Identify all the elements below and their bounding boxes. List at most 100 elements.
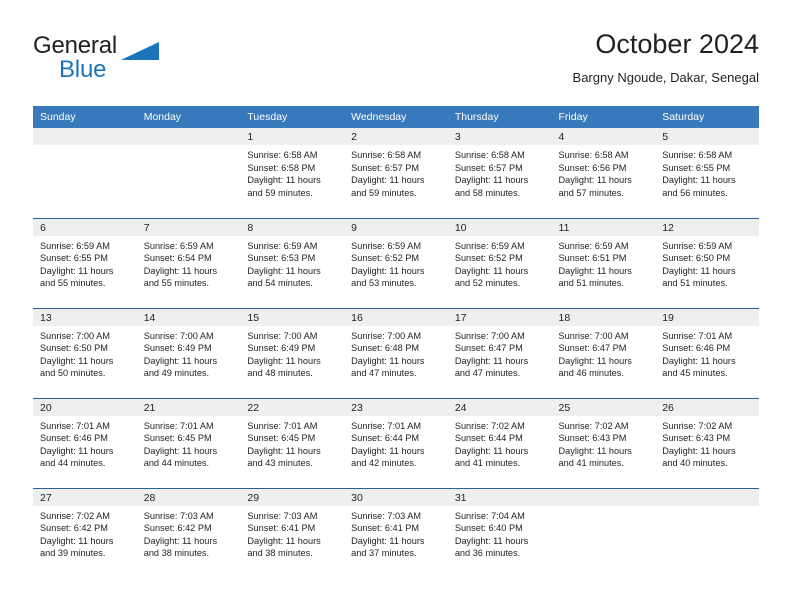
calendar-day-cell[interactable]: 31 Sunrise: 7:04 AM Sunset: 6:40 PM Dayligh… <box>447 487 552 578</box>
sunrise-text: Sunrise: 7:02 AM <box>558 420 629 431</box>
day-sun-info: Sunrise: 7:01 AM Sunset: 6:44 PM Daylight:… <box>344 416 448 470</box>
calendar-day-cell[interactable]: 24 Sunrise: 7:02 AM Sunset: 6:44 PM Dayligh… <box>447 397 552 488</box>
daylight-text-line2: and 40 minutes. <box>662 458 728 469</box>
day-cell-content: 24 Sunrise: 7:02 AM Sunset: 6:44 PM Dayligh… <box>447 398 552 488</box>
calendar-day-cell[interactable]: 17 Sunrise: 7:00 AM Sunset: 6:47 PM Dayligh… <box>447 307 552 398</box>
sunset-text: Sunset: 6:43 PM <box>662 433 731 444</box>
day-sun-info: Sunrise: 7:00 AM Sunset: 6:47 PM Daylight:… <box>552 326 656 380</box>
calendar-day-cell[interactable]: 2 Sunrise: 6:58 AM Sunset: 6:57 PM Daylight… <box>344 128 448 218</box>
day-cell-content: 30 Sunrise: 7:03 AM Sunset: 6:41 PM Dayligh… <box>344 488 448 579</box>
calendar-day-cell[interactable]: 12 Sunrise: 6:59 AM Sunset: 6:50 PM Dayligh… <box>655 217 759 308</box>
sunset-text: Sunset: 6:55 PM <box>662 162 731 173</box>
day-sun-info: Sunrise: 7:02 AM Sunset: 6:43 PM Daylight:… <box>552 416 656 470</box>
daylight-text-line1: Daylight: 11 hours <box>351 445 425 456</box>
calendar-day-cell[interactable]: 16 Sunrise: 7:00 AM Sunset: 6:48 PM Dayligh… <box>344 307 448 398</box>
day-number: 14 <box>136 308 241 326</box>
daylight-text-line2: and 51 minutes. <box>558 278 624 289</box>
daylight-text-line2: and 41 minutes. <box>558 458 624 469</box>
calendar-day-cell[interactable]: 29 Sunrise: 7:03 AM Sunset: 6:41 PM Dayligh… <box>240 487 345 578</box>
page-header: General Blue October 2024 Bargny Ngoude,… <box>33 28 759 98</box>
day-cell-content: 13 Sunrise: 7:00 AM Sunset: 6:50 PM Dayligh… <box>33 308 137 398</box>
day-number: 11 <box>551 218 656 236</box>
day-number: 29 <box>240 488 345 506</box>
calendar-day-cell[interactable]: 23 Sunrise: 7:01 AM Sunset: 6:44 PM Dayligh… <box>344 397 448 488</box>
day-number: 22 <box>240 398 345 416</box>
calendar-day-cell[interactable]: 14 Sunrise: 7:00 AM Sunset: 6:49 PM Dayligh… <box>136 307 241 398</box>
sunrise-text: Sunrise: 7:01 AM <box>351 420 422 431</box>
calendar-day-cell[interactable]: 9 Sunrise: 6:59 AM Sunset: 6:52 PM Daylight… <box>344 217 448 308</box>
sunrise-text: Sunrise: 7:00 AM <box>558 330 629 341</box>
calendar-day-cell[interactable]: 10 Sunrise: 6:59 AM Sunset: 6:52 PM Dayligh… <box>447 217 552 308</box>
day-sun-info: Sunrise: 6:59 AM Sunset: 6:54 PM Daylight:… <box>137 236 241 290</box>
day-cell-content <box>655 488 759 579</box>
daylight-text-line1: Daylight: 11 hours <box>454 175 529 186</box>
day-number: 31 <box>447 488 552 506</box>
calendar-day-cell[interactable]: 19 Sunrise: 7:01 AM Sunset: 6:46 PM Dayligh… <box>655 307 759 398</box>
calendar-day-cell[interactable]: 3 Sunrise: 6:58 AM Sunset: 6:57 PM Daylight… <box>447 128 552 218</box>
sunrise-text: Sunrise: 6:59 AM <box>247 240 318 251</box>
daylight-text-line1: Daylight: 11 hours <box>351 175 425 186</box>
sunset-text: Sunset: 6:42 PM <box>40 523 108 534</box>
calendar-day-cell[interactable]: 27 Sunrise: 7:02 AM Sunset: 6:42 PM Dayligh… <box>33 487 137 578</box>
calendar-day-cell[interactable]: 21 Sunrise: 7:01 AM Sunset: 6:45 PM Dayligh… <box>136 397 241 488</box>
calendar-day-cell[interactable]: 5 Sunrise: 6:58 AM Sunset: 6:55 PM Daylight… <box>655 128 759 218</box>
daylight-text-line2: and 39 minutes. <box>40 548 106 559</box>
daylight-text-line1: Daylight: 11 hours <box>40 535 114 546</box>
day-sun-info: Sunrise: 6:58 AM Sunset: 6:56 PM Daylight:… <box>552 145 656 199</box>
logo-text-blue: Blue <box>59 56 107 83</box>
general-blue-logo[interactable]: General Blue <box>33 32 163 88</box>
daylight-text-line1: Daylight: 11 hours <box>143 445 218 456</box>
daylight-text-line2: and 38 minutes. <box>247 548 313 559</box>
weekday-header-tuesday: Tuesday <box>240 106 345 128</box>
weekday-header-thursday: Thursday <box>447 106 552 128</box>
daylight-text-line2: and 36 minutes. <box>454 548 521 559</box>
sunrise-text: Sunrise: 6:58 AM <box>662 150 733 160</box>
daylight-text-line2: and 44 minutes. <box>40 458 106 469</box>
calendar-day-cell[interactable]: 18 Sunrise: 7:00 AM Sunset: 6:47 PM Dayligh… <box>551 307 656 398</box>
calendar-day-cell[interactable]: 15 Sunrise: 7:00 AM Sunset: 6:49 PM Dayligh… <box>240 307 345 398</box>
calendar-day-cell[interactable]: 1 Sunrise: 6:58 AM Sunset: 6:58 PM Daylight… <box>240 128 345 218</box>
daylight-text-line1: Daylight: 11 hours <box>662 175 736 186</box>
calendar-day-cell[interactable]: 22 Sunrise: 7:01 AM Sunset: 6:45 PM Dayligh… <box>240 397 345 488</box>
daylight-text-line1: Daylight: 11 hours <box>40 355 114 366</box>
daylight-text-line2: and 37 minutes. <box>351 548 417 559</box>
sunrise-text: Sunrise: 6:59 AM <box>454 240 525 251</box>
sunset-text: Sunset: 6:52 PM <box>351 253 420 264</box>
day-cell-content: 12 Sunrise: 6:59 AM Sunset: 6:50 PM Dayligh… <box>655 218 759 308</box>
daylight-text-line1: Daylight: 11 hours <box>351 265 425 276</box>
day-number: 30 <box>344 488 448 506</box>
calendar-day-cell-empty <box>655 487 759 579</box>
day-sun-info: Sunrise: 7:02 AM Sunset: 6:42 PM Daylight:… <box>33 506 137 560</box>
day-cell-content: 17 Sunrise: 7:00 AM Sunset: 6:47 PM Dayligh… <box>447 308 552 398</box>
day-cell-content: 9 Sunrise: 6:59 AM Sunset: 6:52 PM Daylight… <box>344 218 448 308</box>
calendar-day-cell[interactable]: 26 Sunrise: 7:02 AM Sunset: 6:43 PM Dayligh… <box>655 397 759 488</box>
calendar-day-cell[interactable]: 6 Sunrise: 6:59 AM Sunset: 6:55 PM Daylight… <box>33 217 137 308</box>
sunset-text: Sunset: 6:49 PM <box>247 343 316 354</box>
calendar-day-cell[interactable]: 28 Sunrise: 7:03 AM Sunset: 6:42 PM Dayligh… <box>136 487 241 578</box>
daylight-text-line1: Daylight: 11 hours <box>40 265 114 276</box>
day-sun-info: Sunrise: 6:59 AM Sunset: 6:51 PM Daylight:… <box>552 236 656 290</box>
day-cell-content: 15 Sunrise: 7:00 AM Sunset: 6:49 PM Dayligh… <box>240 308 345 398</box>
day-sun-info: Sunrise: 6:58 AM Sunset: 6:57 PM Daylight:… <box>344 145 448 199</box>
calendar-day-cell[interactable]: 8 Sunrise: 6:59 AM Sunset: 6:53 PM Daylight… <box>240 217 345 308</box>
day-sun-info: Sunrise: 7:00 AM Sunset: 6:48 PM Daylight:… <box>344 326 448 380</box>
calendar-day-cell[interactable]: 25 Sunrise: 7:02 AM Sunset: 6:43 PM Dayligh… <box>551 397 656 488</box>
calendar-day-cell[interactable]: 11 Sunrise: 6:59 AM Sunset: 6:51 PM Dayligh… <box>551 217 656 308</box>
day-sun-info: Sunrise: 6:58 AM Sunset: 6:58 PM Daylight:… <box>240 145 344 199</box>
calendar-day-cell[interactable]: 4 Sunrise: 6:58 AM Sunset: 6:56 PM Daylight… <box>551 128 656 218</box>
daylight-text-line1: Daylight: 11 hours <box>247 535 321 546</box>
sunset-text: Sunset: 6:41 PM <box>351 523 420 534</box>
weekday-header-sunday: Sunday <box>33 106 137 128</box>
day-number: 19 <box>655 308 759 326</box>
day-cell-content: 26 Sunrise: 7:02 AM Sunset: 6:43 PM Dayligh… <box>655 398 759 488</box>
calendar-day-cell[interactable]: 7 Sunrise: 6:59 AM Sunset: 6:54 PM Daylight… <box>136 217 241 308</box>
calendar-day-cell[interactable]: 20 Sunrise: 7:01 AM Sunset: 6:46 PM Dayligh… <box>33 397 137 488</box>
calendar-day-cell[interactable]: 13 Sunrise: 7:00 AM Sunset: 6:50 PM Dayligh… <box>33 307 137 398</box>
day-cell-content: 10 Sunrise: 6:59 AM Sunset: 6:52 PM Dayligh… <box>447 218 552 308</box>
calendar-day-cell[interactable]: 30 Sunrise: 7:03 AM Sunset: 6:41 PM Dayligh… <box>344 487 448 579</box>
daylight-text-line2: and 52 minutes. <box>454 278 521 289</box>
day-sun-info: Sunrise: 7:00 AM Sunset: 6:50 PM Daylight:… <box>33 326 137 380</box>
sunset-text: Sunset: 6:48 PM <box>351 343 420 354</box>
daylight-text-line2: and 41 minutes. <box>454 458 521 469</box>
day-cell-content <box>33 128 137 218</box>
